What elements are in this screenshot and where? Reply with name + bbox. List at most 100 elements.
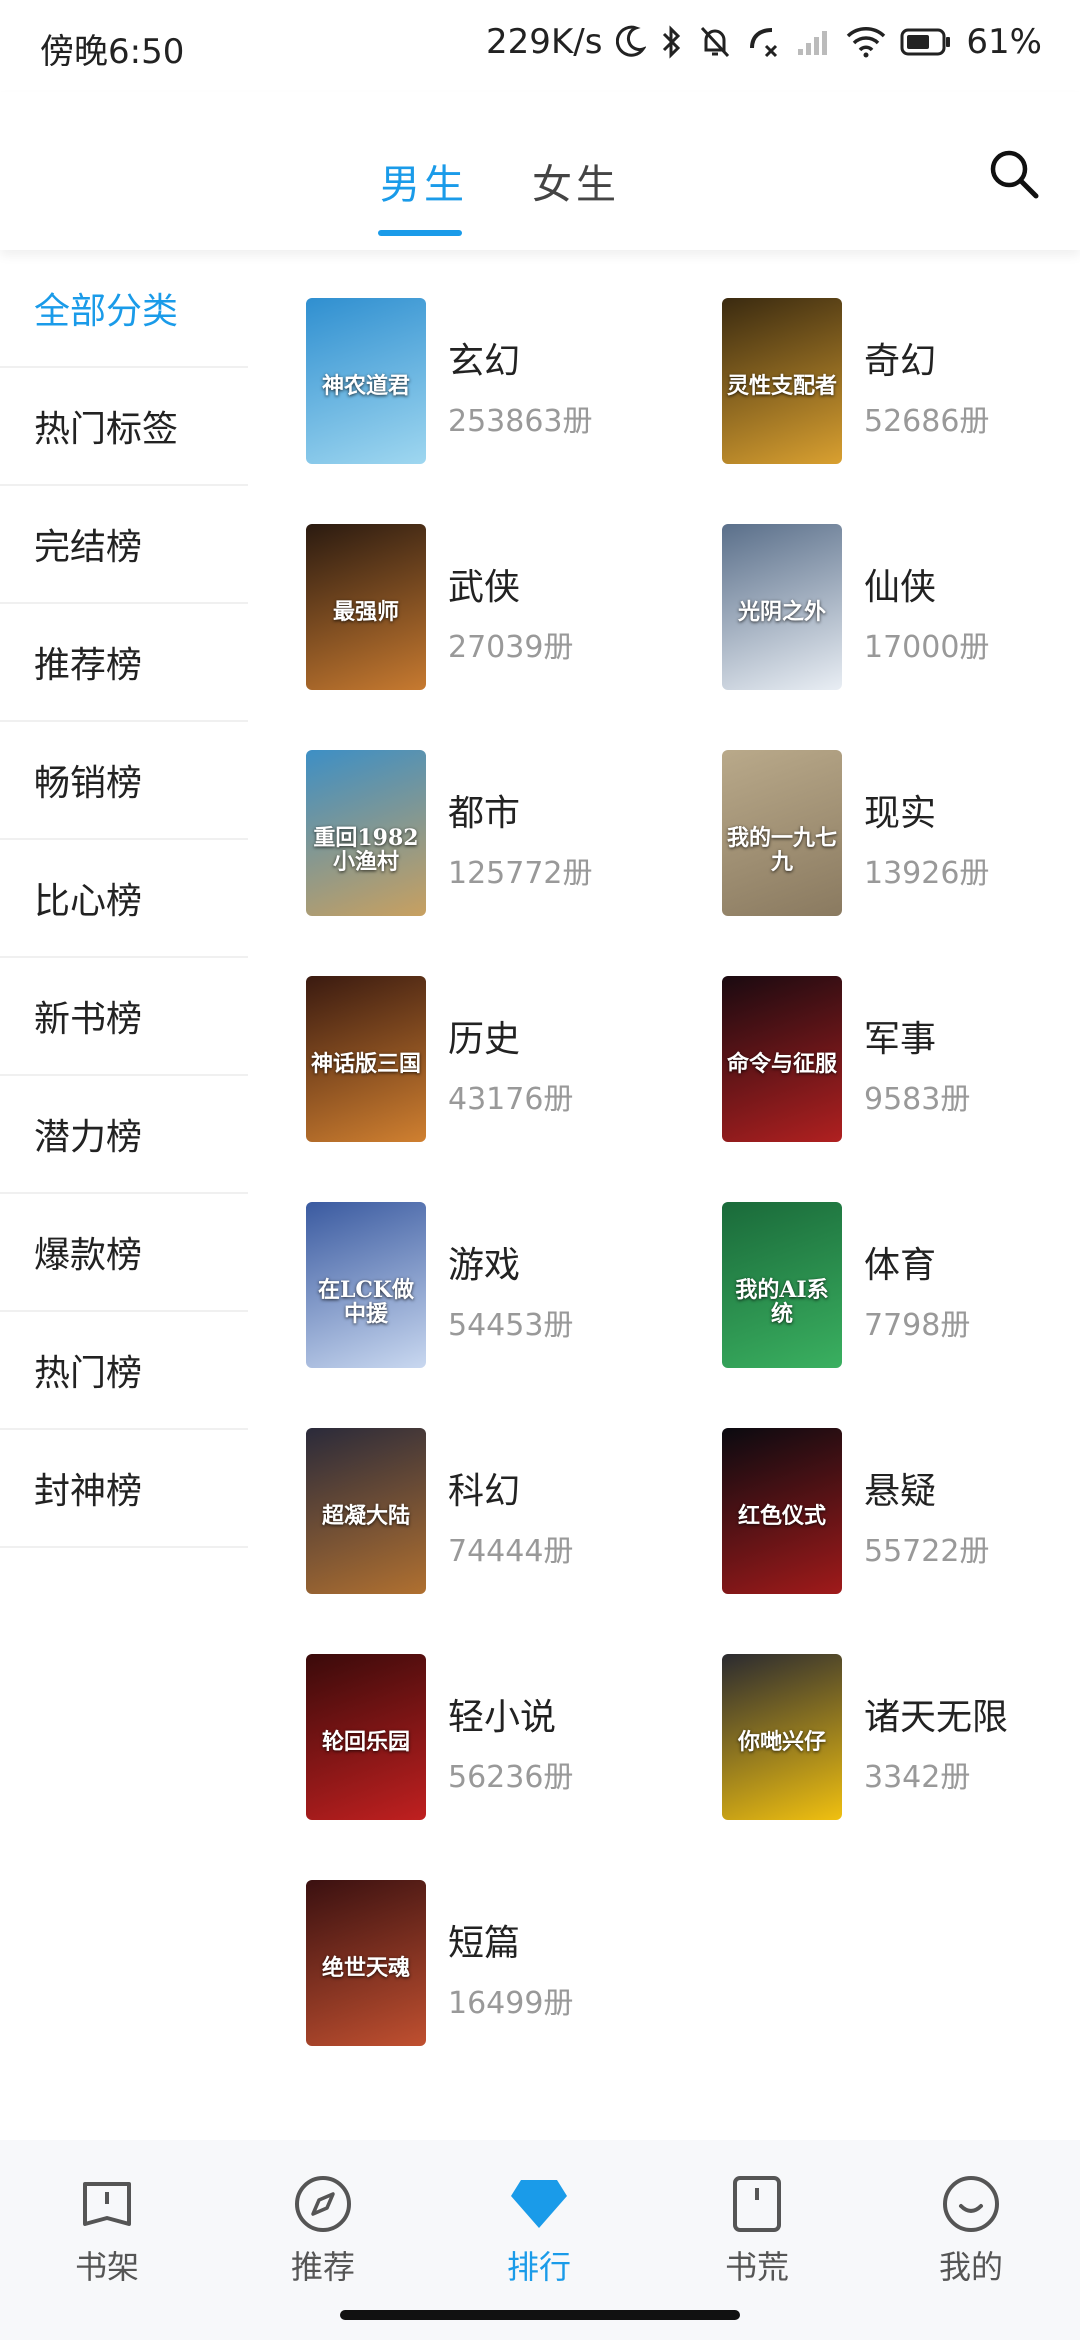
nav-label: 我的 <box>938 2248 1003 2286</box>
bluetooth-icon <box>660 24 684 60</box>
genre-card[interactable]: 你哋兴仔 诸天无限 3342册 <box>722 1654 1046 1880</box>
genre-card[interactable]: 绝世天魂 短篇 16499册 <box>306 1880 722 2106</box>
genre-book-count: 125772册 <box>448 856 593 891</box>
nav-ranking[interactable]: 排行 <box>474 2172 604 2288</box>
moon-icon <box>616 25 647 59</box>
bell-muted-icon <box>698 24 732 60</box>
nav-book-shortage[interactable]: 书荒 <box>692 2172 822 2288</box>
category-item[interactable]: 热门标签 <box>0 368 248 486</box>
category-item[interactable]: 封神榜 <box>0 1430 248 1548</box>
tab-male[interactable]: 男生 <box>380 152 468 210</box>
book-cover: 光阴之外 <box>722 524 842 690</box>
genre-grid: 神农道君 玄幻 253863册 灵性支配者 奇幻 52686册最强师 武侠 27039册 光阴之… <box>306 298 1046 2106</box>
genre-card[interactable]: 在LCK做中援 游戏 54453册 <box>306 1202 722 1428</box>
book-cover: 绝世天魂 <box>306 1880 426 2046</box>
nav-label: 书架 <box>74 2248 139 2286</box>
book-cover: 轮回乐园 <box>306 1654 426 1820</box>
category-item[interactable]: 全部分类 <box>0 250 248 368</box>
genre-card[interactable]: 最强师 武侠 27039册 <box>306 524 722 750</box>
genre-name: 轻小说 <box>448 1697 557 1738</box>
genre-name: 历史 <box>448 1019 521 1060</box>
cover-title: 在LCK做中援 <box>317 1277 415 1328</box>
book-cover: 最强师 <box>306 524 426 690</box>
cover-title: 我的一九七九 <box>726 825 837 876</box>
cover-title: 我的AI系统 <box>735 1277 829 1328</box>
cover-title: 超凝大陆 <box>321 1503 410 1530</box>
category-item[interactable]: 比心榜 <box>0 840 248 958</box>
genre-name: 悬疑 <box>864 1471 937 1512</box>
book-bookmark-icon <box>725 2172 789 2236</box>
book-cover: 我的AI系统 <box>722 1202 842 1368</box>
genre-book-count: 43176册 <box>448 1082 574 1117</box>
genre-book-count: 17000册 <box>864 630 990 665</box>
nav-label: 书荒 <box>724 2248 789 2286</box>
status-icons: 229K/s 61% <box>486 22 1042 62</box>
genre-book-count: 9583册 <box>864 1082 971 1117</box>
active-tab-indicator <box>378 230 462 236</box>
cover-title: 神话版三国 <box>310 1051 421 1078</box>
nav-mine[interactable]: 我的 <box>906 2172 1036 2288</box>
genre-name: 现实 <box>864 793 937 834</box>
status-time: 傍晚6:50 <box>40 32 185 72</box>
home-indicator[interactable] <box>340 2310 740 2320</box>
genre-book-count: 74444册 <box>448 1534 574 1569</box>
genre-book-count: 52686册 <box>864 404 990 439</box>
book-cover: 灵性支配者 <box>722 298 842 464</box>
compass-icon <box>291 2172 355 2236</box>
cover-title: 绝世天魂 <box>321 1955 410 1982</box>
cover-title: 重回1982小渔村 <box>313 825 419 876</box>
genre-name: 诸天无限 <box>864 1697 1009 1738</box>
genre-name: 体育 <box>864 1245 937 1286</box>
cover-title: 光阴之外 <box>737 599 826 626</box>
genre-card[interactable]: 神农道君 玄幻 253863册 <box>306 298 722 524</box>
book-cover: 重回1982小渔村 <box>306 750 426 916</box>
book-cover: 我的一九七九 <box>722 750 842 916</box>
cover-title: 红色仪式 <box>737 1503 826 1530</box>
genre-book-count: 3342册 <box>864 1760 971 1795</box>
genre-book-count: 16499册 <box>448 1986 574 2021</box>
genre-name: 奇幻 <box>864 341 937 382</box>
category-item[interactable]: 推荐榜 <box>0 604 248 722</box>
cover-title: 轮回乐园 <box>321 1729 410 1756</box>
category-item[interactable]: 新书榜 <box>0 958 248 1076</box>
category-item[interactable]: 潜力榜 <box>0 1076 248 1194</box>
genre-card[interactable]: 超凝大陆 科幻 74444册 <box>306 1428 722 1654</box>
nav-label: 推荐 <box>290 2248 355 2286</box>
nav-recommend[interactable]: 推荐 <box>258 2172 388 2288</box>
nav-bookshelf[interactable]: 书架 <box>42 2172 172 2288</box>
network-speed: 229K/s <box>486 22 603 62</box>
genre-name: 都市 <box>448 793 521 834</box>
genre-name: 科幻 <box>448 1471 521 1512</box>
cover-title: 命令与征服 <box>726 1051 837 1078</box>
genre-card[interactable]: 光阴之外 仙侠 17000册 <box>722 524 1046 750</box>
genre-card[interactable]: 灵性支配者 奇幻 52686册 <box>722 298 1046 524</box>
genre-card[interactable]: 我的AI系统 体育 7798册 <box>722 1202 1046 1428</box>
genre-name: 游戏 <box>448 1245 521 1286</box>
genre-card[interactable]: 轮回乐园 轻小说 56236册 <box>306 1654 722 1880</box>
category-sidebar: 全部分类 热门标签 完结榜 推荐榜 畅销榜 比心榜 新书榜 潜力榜 爆款榜 热门榜 封神榜 <box>0 250 248 1548</box>
genre-card[interactable]: 我的一九七九 现实 13926册 <box>722 750 1046 976</box>
genre-name: 玄幻 <box>448 341 521 382</box>
category-item[interactable]: 爆款榜 <box>0 1194 248 1312</box>
bookshelf-icon <box>75 2172 139 2236</box>
search-icon[interactable] <box>986 146 1042 202</box>
cover-title: 你哋兴仔 <box>737 1729 826 1756</box>
genre-card[interactable]: 重回1982小渔村 都市 125772册 <box>306 750 722 976</box>
genre-card[interactable]: 红色仪式 悬疑 55722册 <box>722 1428 1046 1654</box>
book-cover: 神农道君 <box>306 298 426 464</box>
genre-card[interactable]: 神话版三国 历史 43176册 <box>306 976 722 1202</box>
genre-book-count: 253863册 <box>448 404 593 439</box>
genre-book-count: 13926册 <box>864 856 990 891</box>
category-item[interactable]: 完结榜 <box>0 486 248 604</box>
genre-card[interactable]: 命令与征服 军事 9583册 <box>722 976 1046 1202</box>
book-cover: 红色仪式 <box>722 1428 842 1594</box>
wifi-icon <box>846 26 886 58</box>
cover-title: 最强师 <box>332 599 399 626</box>
nav-label: 排行 <box>506 2248 571 2286</box>
tab-female[interactable]: 女生 <box>532 152 620 210</box>
category-item[interactable]: 畅销榜 <box>0 722 248 840</box>
genre-name: 仙侠 <box>864 567 937 608</box>
category-item[interactable]: 热门榜 <box>0 1312 248 1430</box>
cover-title: 灵性支配者 <box>726 373 837 400</box>
book-cover: 你哋兴仔 <box>722 1654 842 1820</box>
